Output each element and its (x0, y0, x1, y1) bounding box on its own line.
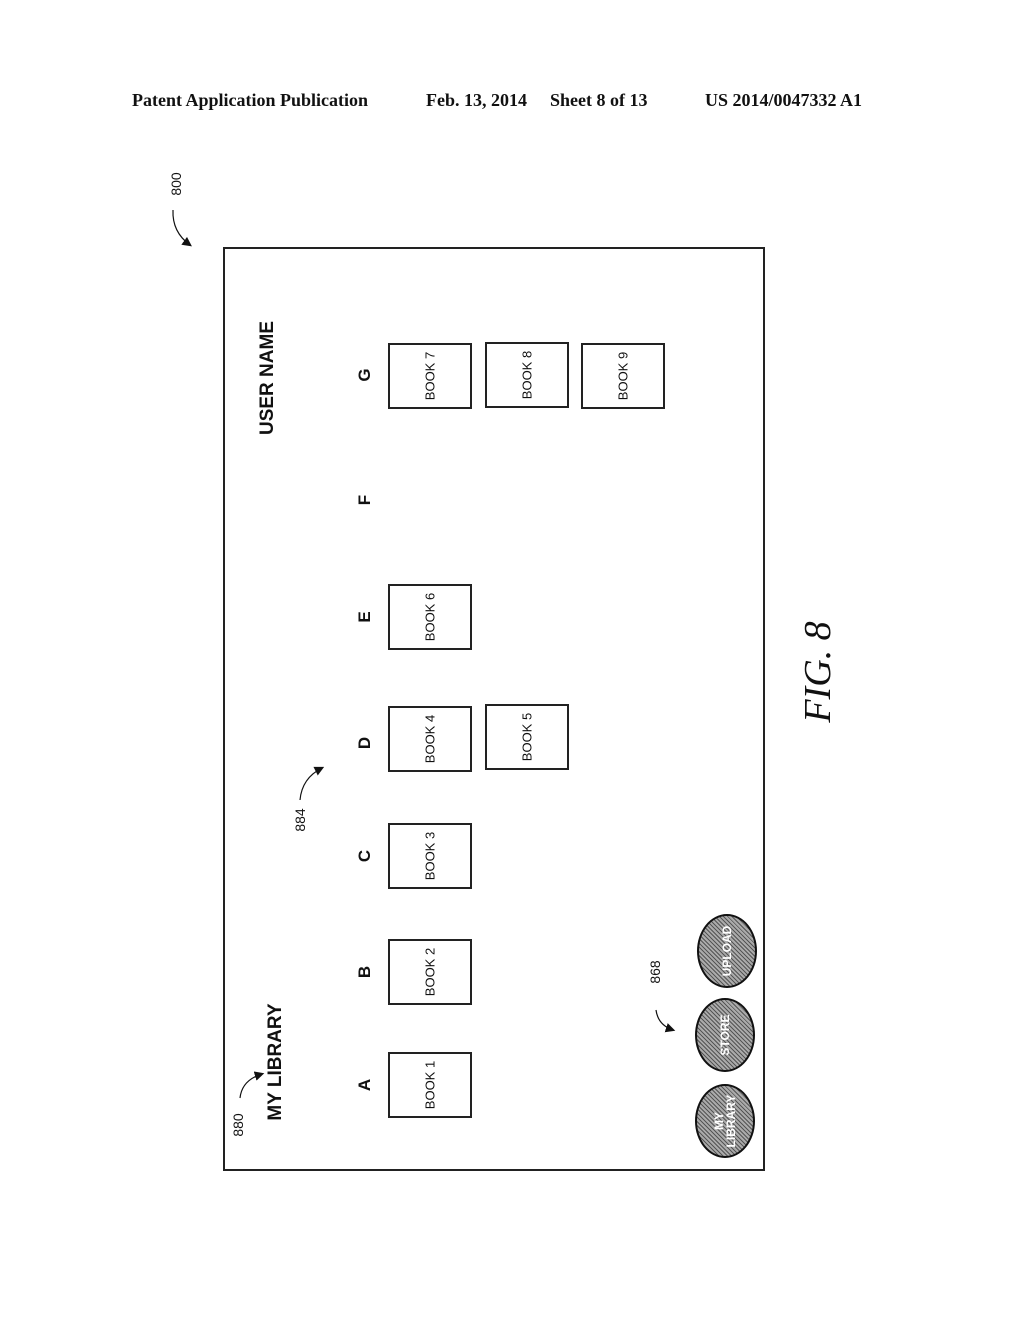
figure-caption: FIG. 8 (797, 621, 839, 723)
book-7[interactable]: BOOK 7 (388, 343, 472, 409)
book-5[interactable]: BOOK 5 (485, 704, 569, 770)
book-title: BOOK 6 (422, 592, 438, 642)
book-title: BOOK 3 (422, 831, 438, 881)
store-button[interactable]: STORE (695, 998, 755, 1072)
column-label-b: B (355, 965, 374, 979)
column-label-c: C (355, 849, 374, 863)
book-title: BOOK 7 (422, 351, 438, 401)
screen-title: MY LIBRARY (265, 1003, 286, 1121)
book-title: BOOK 1 (422, 1060, 438, 1110)
book-title: BOOK 4 (422, 714, 438, 764)
book-2[interactable]: BOOK 2 (388, 939, 472, 1005)
book-8[interactable]: BOOK 8 (485, 342, 569, 408)
column-label-d: D (355, 736, 374, 750)
book-9[interactable]: BOOK 9 (581, 343, 665, 409)
book-6[interactable]: BOOK 6 (388, 584, 472, 650)
column-label-a: A (355, 1078, 374, 1092)
user-name[interactable]: USER NAME (257, 321, 279, 435)
column-label-e: E (355, 611, 374, 623)
my-library-button[interactable]: MY LIBRARY (695, 1084, 755, 1158)
book-1[interactable]: BOOK 1 (388, 1052, 472, 1118)
upload-button[interactable]: UPLOAD (697, 914, 757, 988)
column-label-f: F (355, 494, 374, 506)
ref-800: 800 (168, 172, 184, 196)
book-title: BOOK 8 (519, 350, 535, 400)
book-4[interactable]: BOOK 4 (388, 706, 472, 772)
book-title: BOOK 9 (615, 351, 631, 401)
book-title: BOOK 2 (422, 947, 438, 997)
column-label-g: G (355, 368, 374, 382)
book-title: BOOK 5 (519, 712, 535, 762)
arrow-800 (172, 209, 192, 247)
book-3[interactable]: BOOK 3 (388, 823, 472, 889)
